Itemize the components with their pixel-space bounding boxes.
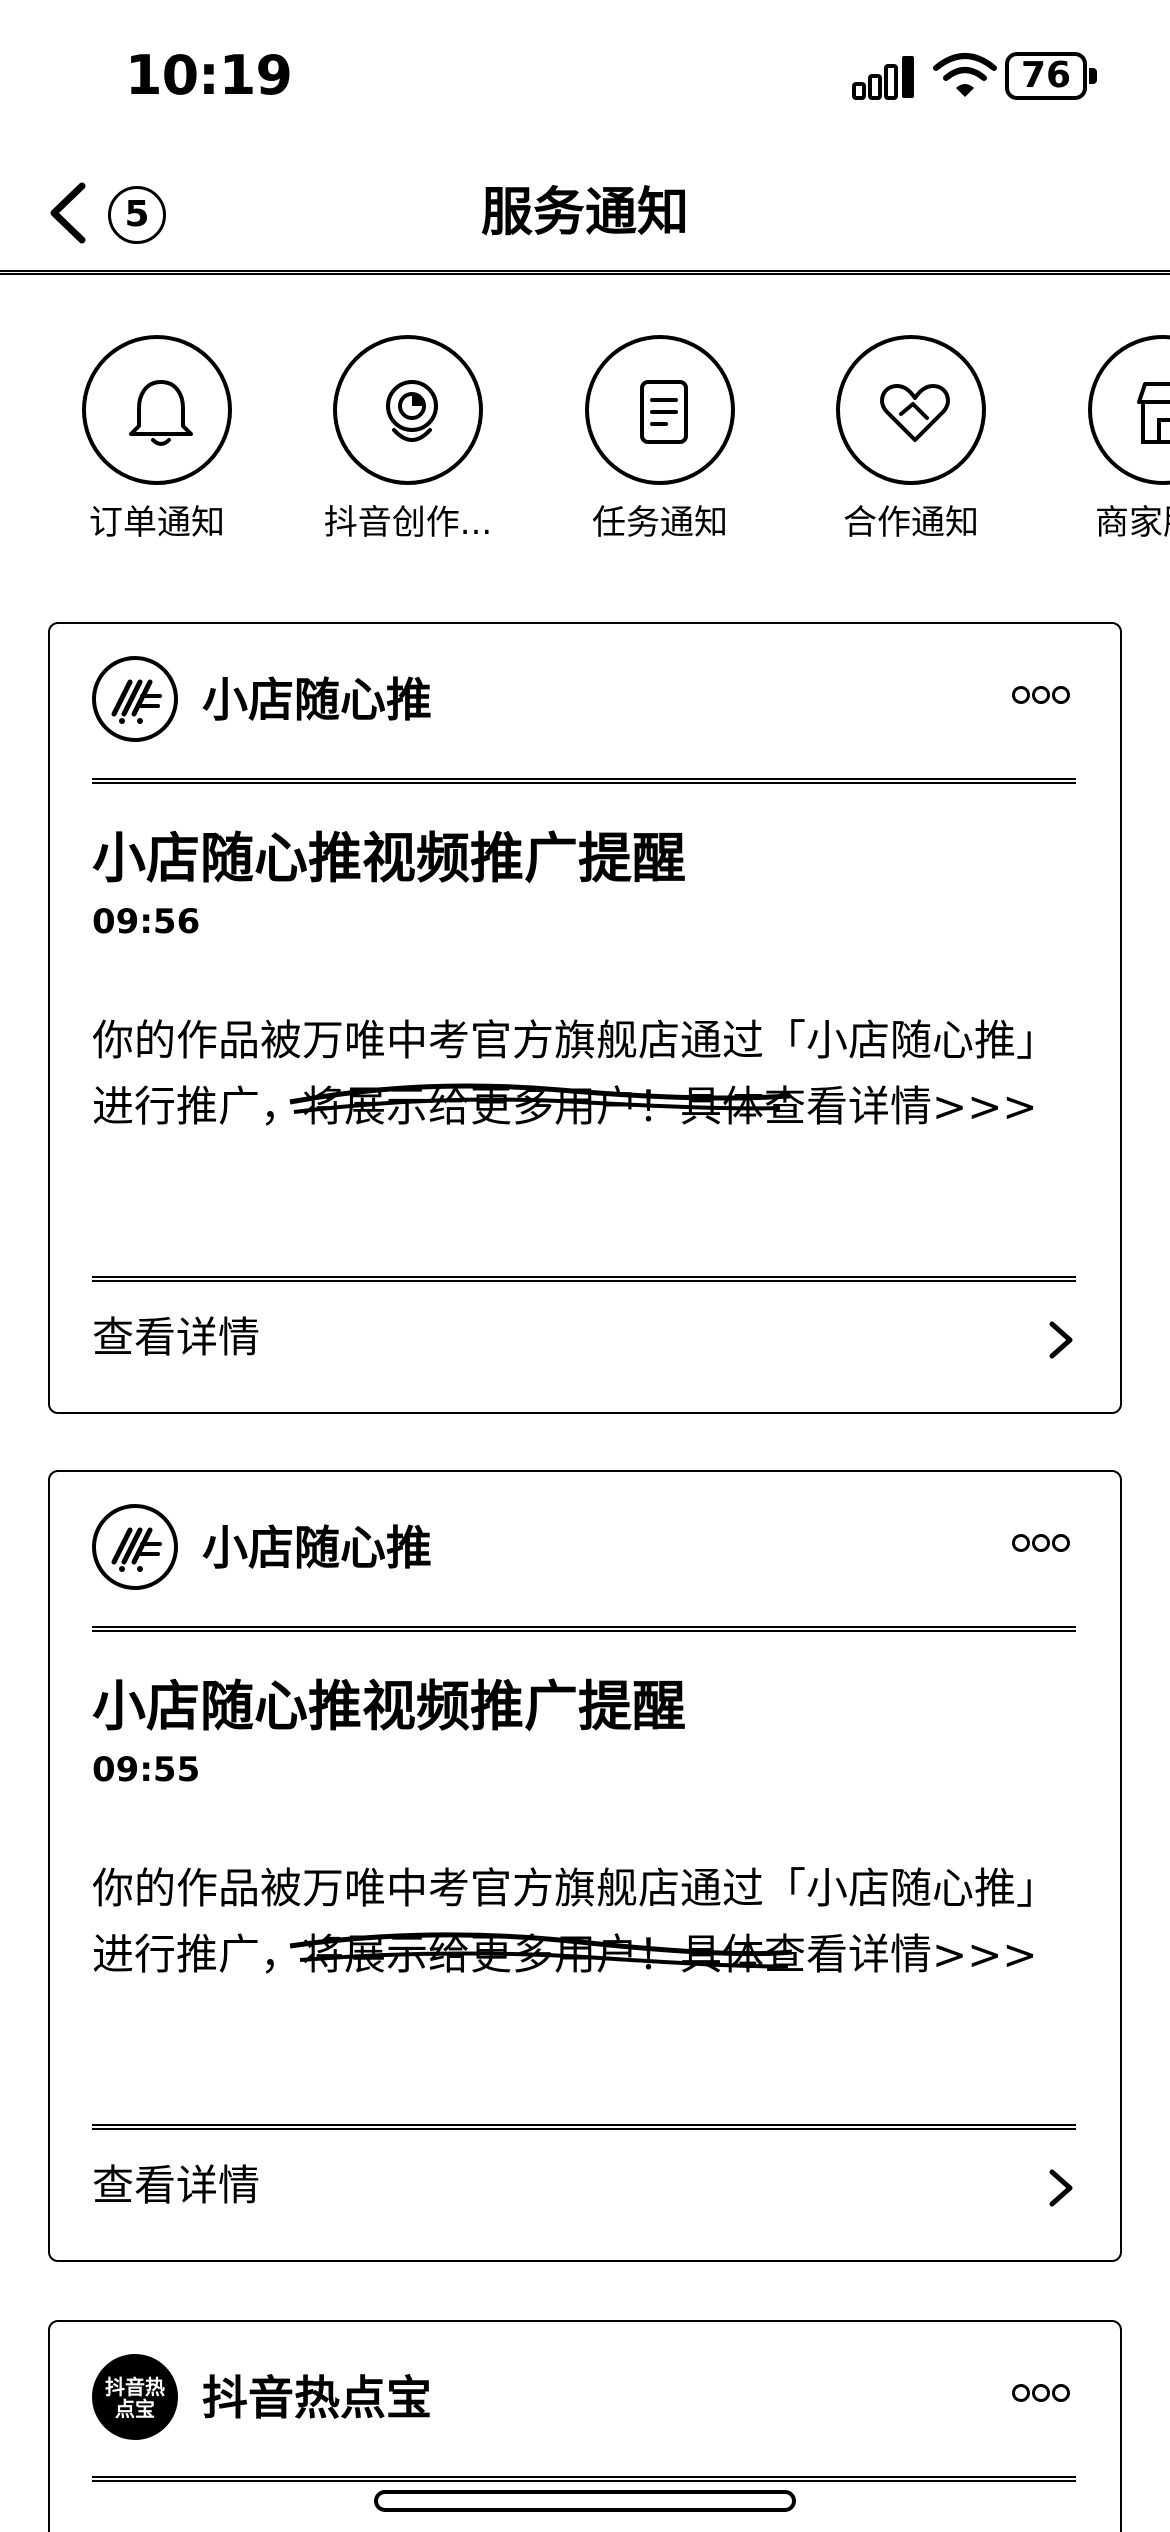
cellular-signal-icon bbox=[852, 56, 914, 100]
category-icon-circle bbox=[585, 335, 735, 485]
battery-indicator: 76 bbox=[1005, 52, 1097, 102]
wifi-icon bbox=[933, 53, 997, 97]
category-cooperation-notifications[interactable]: 合作通知 bbox=[806, 335, 1006, 565]
category-merchant-services[interactable]: 商家服务 bbox=[1058, 335, 1170, 565]
more-dot-icon bbox=[1032, 686, 1050, 704]
category-shortcuts: 订单通知 抖音创作... 任务通知 合作通知 商家 bbox=[0, 335, 1170, 565]
battery-cap bbox=[1089, 68, 1097, 84]
chevron-right-icon[interactable] bbox=[1046, 1318, 1076, 1362]
view-details-link[interactable]: 查看详情 bbox=[92, 2156, 260, 2216]
card-header: 小店随心推 bbox=[50, 624, 1120, 784]
xiaodian-promote-logo-icon bbox=[111, 1527, 162, 1572]
back-button[interactable] bbox=[40, 178, 98, 248]
page-title: 服务通知 bbox=[480, 183, 689, 243]
redaction-scribble bbox=[289, 1932, 793, 1969]
more-options-button[interactable] bbox=[1012, 2384, 1076, 2414]
category-label: 合作通知 bbox=[843, 503, 979, 543]
category-icon-circle bbox=[82, 335, 232, 485]
sender-avatar bbox=[92, 656, 178, 742]
xiaodian-promote-logo-icon bbox=[111, 679, 162, 724]
shop-icon bbox=[1137, 382, 1170, 444]
notification-card[interactable]: 小店随心推 小店随心推视频推广提醒 09:56 你的作品被万唯中考官方旗舰店通过… bbox=[48, 622, 1122, 1414]
more-dot-icon bbox=[1032, 1534, 1050, 1552]
more-dot-icon bbox=[1052, 686, 1070, 704]
more-dot-icon bbox=[1012, 686, 1030, 704]
message-time: 09:56 bbox=[92, 902, 201, 942]
more-dot-icon bbox=[1012, 1534, 1030, 1552]
bell-icon bbox=[129, 380, 193, 446]
status-bar: 10:19 76 bbox=[0, 0, 1170, 150]
douyin-hotspot-logo-icon: 抖音热点宝 bbox=[105, 2375, 165, 2421]
category-label: 商家服务 bbox=[1095, 503, 1170, 543]
divider bbox=[92, 2476, 1076, 2482]
more-options-button[interactable] bbox=[1012, 686, 1076, 716]
category-label: 抖音创作... bbox=[323, 503, 493, 543]
card-header: 小店随心推 bbox=[50, 1472, 1120, 1632]
status-time: 10:19 bbox=[125, 44, 293, 107]
sender-avatar: 抖音热点宝 bbox=[92, 2354, 178, 2440]
service-notifications-screen: 10:19 76 5 服务通知 订单通知 抖音创作... 任务通知 合作通知 商… bbox=[0, 0, 1170, 2532]
message-time: 09:55 bbox=[92, 1750, 201, 1790]
sender-name: 小店随心推 bbox=[202, 673, 432, 727]
divider bbox=[92, 778, 1076, 784]
divider bbox=[92, 1276, 1076, 1282]
category-task-notifications[interactable]: 任务通知 bbox=[555, 335, 755, 565]
chevron-right-icon[interactable] bbox=[1046, 2166, 1076, 2210]
category-icon-circle bbox=[1088, 335, 1170, 485]
more-dot-icon bbox=[1052, 1534, 1070, 1552]
battery-level: 76 bbox=[1020, 55, 1072, 96]
notification-card[interactable]: 小店随心推 小店随心推视频推广提醒 09:55 你的作品被万唯中考官方旗舰店通过… bbox=[48, 1470, 1122, 2262]
more-dot-icon bbox=[1052, 2384, 1070, 2402]
category-icon-circle bbox=[836, 335, 986, 485]
sender-name: 抖音热点宝 bbox=[202, 2371, 432, 2425]
more-dot-icon bbox=[1032, 2384, 1050, 2402]
more-options-button[interactable] bbox=[1012, 1534, 1076, 1564]
category-icon-circle bbox=[333, 335, 483, 485]
navigation-bar: 5 服务通知 bbox=[0, 150, 1170, 275]
card-header: 抖音热点宝 抖音热点宝 bbox=[50, 2322, 1120, 2482]
unread-count-badge: 5 bbox=[108, 186, 166, 244]
divider bbox=[92, 2124, 1076, 2130]
message-title: 小店随心推视频推广提醒 bbox=[92, 827, 686, 890]
more-dot-icon bbox=[1012, 2384, 1030, 2402]
task-doc-icon bbox=[640, 380, 688, 444]
category-order-notifications[interactable]: 订单通知 bbox=[52, 335, 252, 565]
category-douyin-creator[interactable]: 抖音创作... bbox=[303, 335, 503, 565]
divider bbox=[92, 1626, 1076, 1632]
redaction-scribble bbox=[289, 1083, 791, 1114]
sender-avatar bbox=[92, 1504, 178, 1590]
category-label: 订单通知 bbox=[89, 503, 225, 543]
view-details-link[interactable]: 查看详情 bbox=[92, 1308, 260, 1368]
cooperation-heart-icon bbox=[880, 384, 950, 442]
creator-icon bbox=[386, 380, 438, 442]
category-label: 任务通知 bbox=[592, 503, 728, 543]
home-indicator[interactable] bbox=[374, 2490, 796, 2512]
message-title: 小店随心推视频推广提醒 bbox=[92, 1675, 686, 1738]
sender-name: 小店随心推 bbox=[202, 1521, 432, 1575]
